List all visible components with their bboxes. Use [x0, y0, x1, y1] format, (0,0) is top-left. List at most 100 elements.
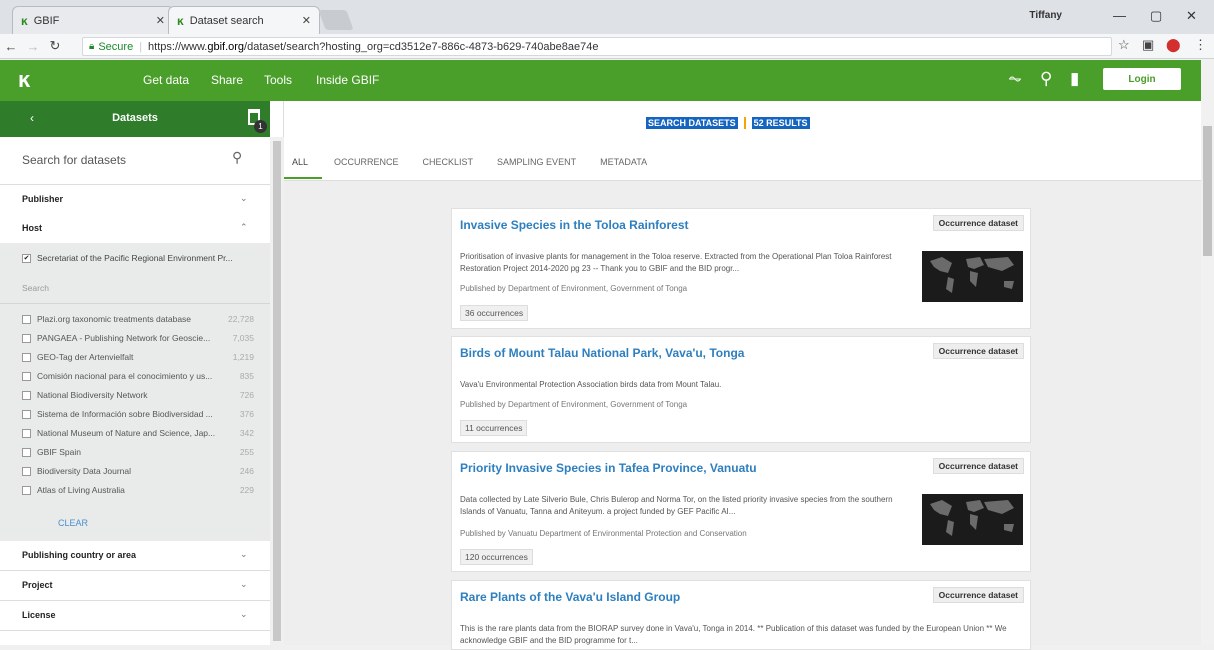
dataset-title-link[interactable]: Rare Plants of the Vava'u Island Group — [460, 590, 680, 604]
checkbox-icon[interactable] — [22, 447, 31, 457]
new-tab-button[interactable] — [318, 10, 354, 30]
feedback-comment-icon[interactable]: ▮ — [1070, 69, 1079, 89]
checkbox-icon[interactable] — [22, 466, 31, 476]
secure-label: Secure — [98, 40, 134, 53]
checkbox-icon[interactable] — [22, 390, 31, 400]
login-button[interactable]: Login — [1103, 68, 1181, 90]
host-option[interactable]: Biodiversity Data Journal 246 — [22, 462, 254, 480]
host-option[interactable]: PANGAEA - Publishing Network for Geoscie… — [22, 329, 254, 347]
back-arrow-icon[interactable]: ← — [0, 39, 22, 54]
maximize-icon[interactable]: ▢ — [1150, 8, 1162, 24]
close-tab-icon[interactable]: ✕ — [302, 14, 311, 27]
activity-pulse-icon[interactable]: ⏦ — [1008, 69, 1022, 89]
facet-label: License — [22, 610, 56, 620]
checkbox-icon[interactable] — [22, 371, 31, 381]
nav-tools[interactable]: Tools — [264, 73, 292, 87]
checkbox-icon[interactable] — [22, 352, 31, 362]
dataset-description: Data collected by Late Silverio Bule, Ch… — [460, 495, 893, 516]
nav-inside-gbif[interactable]: Inside GBIF — [316, 73, 379, 87]
occurrence-count-badge[interactable]: 120 occurrences — [460, 549, 533, 565]
adblock-icon[interactable]: ⬤ — [1166, 37, 1181, 53]
sidebar-scrollbar[interactable] — [270, 137, 284, 645]
site-header: ĸ Get data Share Tools Inside GBIF ⏦ ⚲ ▮… — [0, 60, 1201, 101]
checkbox-checked-icon[interactable]: ✔ — [22, 253, 31, 263]
facet-project[interactable]: Project ⌄ — [0, 571, 270, 601]
reload-icon[interactable]: ↻ — [44, 38, 66, 54]
dataset-search-input[interactable]: Search for datasets ⚲ — [0, 137, 270, 185]
dataset-card: Invasive Species in the Toloa Rainforest… — [451, 208, 1031, 329]
search-placeholder: Search for datasets — [22, 153, 127, 167]
tab-checklist[interactable]: CHECKLIST — [411, 157, 486, 179]
close-tab-icon[interactable]: ✕ — [156, 14, 165, 27]
host-option[interactable]: GEO-Tag der Artenvielfalt 1,219 — [22, 348, 254, 366]
gbif-logo-icon[interactable]: ĸ — [18, 67, 30, 93]
minimize-icon[interactable]: — — [1113, 8, 1126, 23]
facet-label: Host — [22, 223, 42, 233]
address-bar[interactable]: 🔒︎ Secure | https://www.gbif.org/dataset… — [82, 37, 1112, 56]
host-option[interactable]: National Museum of Nature and Science, J… — [22, 424, 254, 442]
browser-tab-title: GBIF — [33, 14, 60, 27]
host-option[interactable]: National Biodiversity Network 726 — [22, 386, 254, 404]
host-option[interactable]: Sistema de Información sobre Biodiversid… — [22, 405, 254, 423]
results-header: SEARCH DATASETS 52 RESULTS ALL OCCURRENC… — [284, 101, 1201, 181]
host-selected-option[interactable]: ✔ Secretariat of the Pacific Regional En… — [22, 253, 233, 263]
checkbox-icon[interactable] — [22, 314, 31, 324]
scrollbar-thumb[interactable] — [273, 141, 281, 641]
browser-user-name[interactable]: Tiffany — [1029, 10, 1062, 21]
forward-arrow-icon[interactable]: → — [22, 39, 44, 54]
filter-count-badge: 1 — [254, 120, 267, 133]
sidebar-title: Datasets — [112, 112, 158, 124]
dataset-type-tabs: ALL OCCURRENCE CHECKLIST SAMPLING EVENT … — [284, 157, 659, 179]
checkbox-icon[interactable] — [22, 409, 31, 419]
tab-all[interactable]: ALL — [284, 157, 323, 179]
facet-publishing-country[interactable]: Publishing country or area ⌄ — [0, 541, 270, 571]
bookmark-star-icon[interactable]: ☆ — [1118, 37, 1130, 53]
facet-host[interactable]: Host ⌃ — [0, 214, 270, 244]
browser-tab-dataset-search[interactable]: ĸ Dataset search ✕ — [168, 6, 320, 34]
facet-license[interactable]: License ⌄ — [0, 601, 270, 631]
browser-toolbar: ← → ↻ 🔒︎ Secure | https://www.gbif.org/d… — [0, 34, 1214, 59]
dataset-description: Prioritisation of invasive plants for ma… — [460, 252, 892, 273]
tab-sampling-event[interactable]: SAMPLING EVENT — [485, 157, 588, 179]
host-option[interactable]: Atlas of Living Australia 229 — [22, 481, 254, 499]
occurrence-count-badge[interactable]: 11 occurrences — [460, 420, 528, 436]
host-option[interactable]: GBIF Spain 255 — [22, 443, 254, 461]
occurrence-count-badge[interactable]: 36 occurrences — [460, 305, 529, 321]
search-summary: SEARCH DATASETS 52 RESULTS — [646, 117, 810, 129]
dataset-title-link[interactable]: Priority Invasive Species in Tafea Provi… — [460, 461, 757, 475]
clear-host-button[interactable]: CLEAR — [58, 518, 88, 528]
dataset-title-link[interactable]: Birds of Mount Talau National Park, Vava… — [460, 346, 744, 360]
nav-share[interactable]: Share — [211, 73, 243, 87]
menu-dots-icon[interactable]: ⋮ — [1194, 37, 1207, 53]
facet-label: Publishing country or area — [22, 550, 137, 560]
facet-publisher[interactable]: Publisher ⌄ — [0, 185, 270, 215]
dataset-type-badge: Occurrence dataset — [932, 343, 1024, 359]
tab-occurrence[interactable]: OCCURRENCE — [322, 157, 411, 179]
dataset-type-badge: Occurrence dataset — [932, 458, 1024, 474]
host-option[interactable]: Comisión nacional para el conocimiento y… — [22, 367, 254, 385]
dataset-card: Rare Plants of the Vava'u Island Group O… — [451, 580, 1031, 650]
browser-tab-gbif[interactable]: ĸ GBIF ✕ — [12, 6, 174, 34]
scrollbar-thumb[interactable] — [1203, 126, 1212, 256]
search-icon[interactable]: ⚲ — [1040, 69, 1052, 89]
url-text: https://www.gbif.org/dataset/search?host… — [148, 40, 599, 53]
extension-icon[interactable]: ▣ — [1142, 37, 1154, 53]
dataset-title-link[interactable]: Invasive Species in the Toloa Rainforest — [460, 218, 689, 232]
page-scrollbar[interactable] — [1201, 60, 1214, 645]
host-option[interactable]: Plazi.org taxonomic treatments database 2… — [22, 310, 254, 328]
host-facet-body: ✔ Secretariat of the Pacific Regional En… — [0, 243, 270, 541]
nav-get-data[interactable]: Get data — [143, 73, 189, 87]
dataset-publisher: Published by Department of Environment, … — [460, 400, 688, 409]
results-area: SEARCH DATASETS 52 RESULTS ALL OCCURRENC… — [284, 101, 1201, 650]
close-window-icon[interactable]: ✕ — [1186, 8, 1197, 24]
facet-label: Project — [22, 580, 53, 590]
checkbox-icon[interactable] — [22, 333, 31, 343]
search-icon[interactable]: ⚲ — [232, 149, 242, 166]
dataset-type-badge: Occurrence dataset — [932, 587, 1024, 603]
tab-metadata[interactable]: METADATA — [588, 157, 659, 179]
chevron-up-icon: ⌃ — [240, 222, 248, 232]
checkbox-icon[interactable] — [22, 428, 31, 438]
checkbox-icon[interactable] — [22, 485, 31, 495]
host-search-input[interactable]: Search — [22, 283, 49, 293]
sidebar-header: ‹ Datasets 1 — [0, 101, 270, 137]
